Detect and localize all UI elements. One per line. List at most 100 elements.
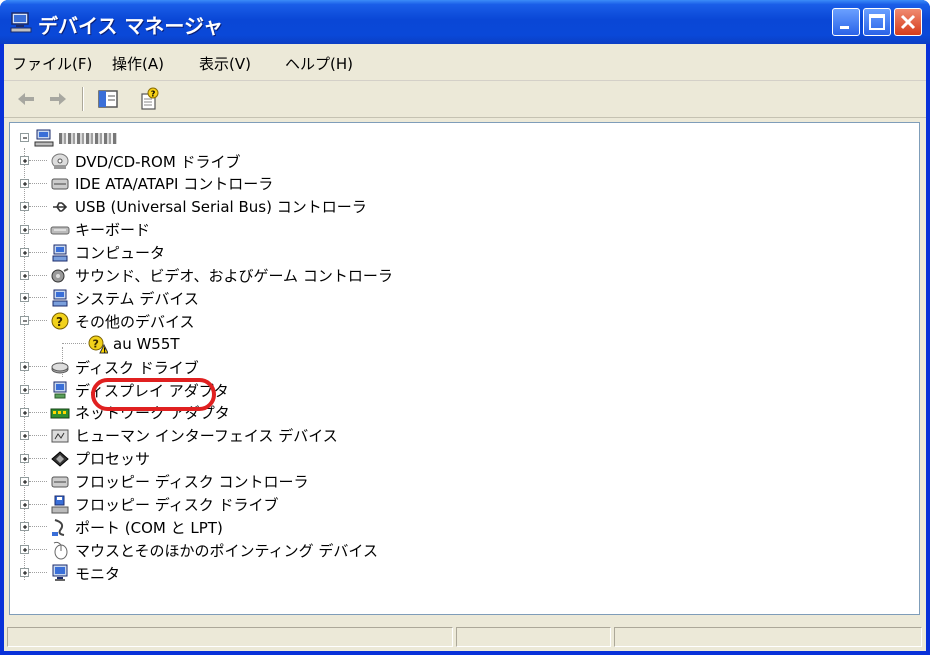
tree-category[interactable]: ディスク ドライブ [20,356,199,378]
tree-category[interactable]: キーボード [20,219,150,241]
tree-category-label: ディスク ドライブ [75,358,199,377]
tree-category[interactable]: ポート (COM と LPT) [20,516,223,538]
properties-help-icon[interactable]: ? [138,87,162,111]
tree-category-label: ポート (COM と LPT) [75,518,223,537]
cdrom-drive-icon [51,153,69,169]
floppy-drive-icon [51,495,69,513]
device-manager-icon [10,12,32,33]
back-arrow-icon[interactable] [14,87,38,111]
tree-branch-line [62,343,86,345]
menu-file[interactable]: ファイル(F) [12,53,92,74]
expand-toggle[interactable] [20,407,29,417]
menu-help[interactable]: ヘルプ(H) [285,53,353,74]
tree-category[interactable]: USB (Universal Serial Bus) コントローラ [20,196,367,218]
tree-branch-line [29,297,47,299]
tree-category-label: その他のデバイス [75,312,195,331]
tree-branch-line [29,411,47,414]
expand-toggle[interactable] [20,362,29,372]
port-icon [52,519,65,537]
tree-branch-line [29,389,47,391]
warning-device-icon: ?! [88,335,108,355]
expand-toggle[interactable] [20,385,29,394]
tree-category[interactable]: IDE ATA/ATAPI コントローラ [20,173,273,195]
svg-text:!: ! [103,347,106,355]
expand-toggle[interactable] [20,545,29,555]
maximize-icon [869,14,885,30]
menu-view[interactable]: 表示(V) [199,53,251,74]
tree-category[interactable]: プロセッサ [20,448,150,470]
tree-category[interactable]: フロッピー ディスク コントローラ [20,471,309,493]
tree-category[interactable]: DVD/CD-ROM ドライブ [20,150,241,172]
expand-toggle[interactable] [20,201,29,211]
expand-toggle[interactable] [20,476,29,486]
expand-toggle[interactable] [20,568,29,578]
device-tree[interactable]: DVD/CD-ROM ドライブ IDE ATA/ATAPI コントローラ USB (… [9,122,920,615]
tree-root-computer[interactable] [20,127,117,149]
toolbar-separator [82,87,84,111]
expand-toggle[interactable] [20,178,29,188]
tree-category[interactable]: フロッピー ディスク ドライブ [20,494,279,516]
computer-icon [52,244,68,262]
ide-controller-icon [51,178,69,190]
menu-bar: ファイル(F) 操作(A) 表示(V) ヘルプ(H) [4,44,926,81]
tree-category-label: ヒューマン インターフェイス デバイス [75,427,338,446]
sound-icon [51,267,69,282]
computer-icon [34,129,54,147]
window-title: デバイス マネージャ [38,14,223,38]
tree-category-label: プロセッサ [75,450,151,469]
close-icon [900,14,916,30]
tree-branch-line [29,182,47,185]
usb-icon [53,201,68,212]
expand-toggle[interactable] [20,224,29,234]
status-bar [4,623,926,651]
tree-branch-line [29,572,47,574]
tree-category[interactable]: マウスとそのほかのポインティング デバイス [20,539,378,561]
status-cell-main [7,627,453,647]
title-bar[interactable]: デバイス マネージャ [0,0,930,44]
expand-toggle[interactable] [20,270,29,280]
svg-text:?: ? [56,315,63,329]
forward-arrow-icon[interactable] [46,87,70,111]
collapse-toggle[interactable] [20,316,29,326]
minimize-icon [840,26,849,29]
mouse-icon [53,542,68,560]
minus-icon [23,137,27,139]
tree-category[interactable]: モニタ [20,562,120,584]
display-adapter-icon [53,381,67,399]
tree-category[interactable]: ? その他のデバイス [20,310,195,332]
expand-toggle[interactable] [20,522,29,532]
tree-branch-line [29,503,47,506]
tree-category-label: キーボード [75,221,151,240]
maximize-button[interactable] [863,8,891,36]
system-device-icon [52,289,68,307]
collapse-root-toggle[interactable] [20,133,29,142]
tree-category[interactable]: システム デバイス [20,287,199,309]
tree-category-label: フロッピー ディスク コントローラ [75,473,309,492]
tree-device-label: au W55T [113,335,180,354]
tree-branch-line [29,457,47,460]
expand-toggle[interactable] [20,453,29,463]
tree-category[interactable]: サウンド、ビデオ、およびゲーム コントローラ [20,265,393,287]
tree-branch-line [29,526,47,528]
tree-category-label: IDE ATA/ATAPI コントローラ [75,175,274,194]
tree-branch-line [29,480,47,483]
close-button[interactable] [894,8,922,36]
tree-branch-line [29,160,47,162]
expand-toggle[interactable] [20,430,29,440]
tree-branch-line [29,228,47,231]
show-hide-console-tree-icon[interactable] [96,87,120,111]
floppy-controller-icon [51,476,69,488]
minimize-button[interactable] [832,8,860,36]
toolbar: ? [4,81,926,118]
expand-toggle[interactable] [20,156,29,165]
tree-category-label: モニタ [75,564,121,583]
expand-toggle[interactable] [20,247,29,257]
tree-device[interactable]: ?! au W55T [58,333,180,355]
menu-action[interactable]: 操作(A) [112,53,164,74]
tree-category[interactable]: ヒューマン インターフェイス デバイス [20,425,338,447]
expand-toggle[interactable] [20,499,29,509]
tree-category-label: USB (Universal Serial Bus) コントローラ [75,198,367,217]
tree-category[interactable]: コンピュータ [20,242,165,264]
status-cell-3 [614,627,922,647]
expand-toggle[interactable] [20,293,29,303]
